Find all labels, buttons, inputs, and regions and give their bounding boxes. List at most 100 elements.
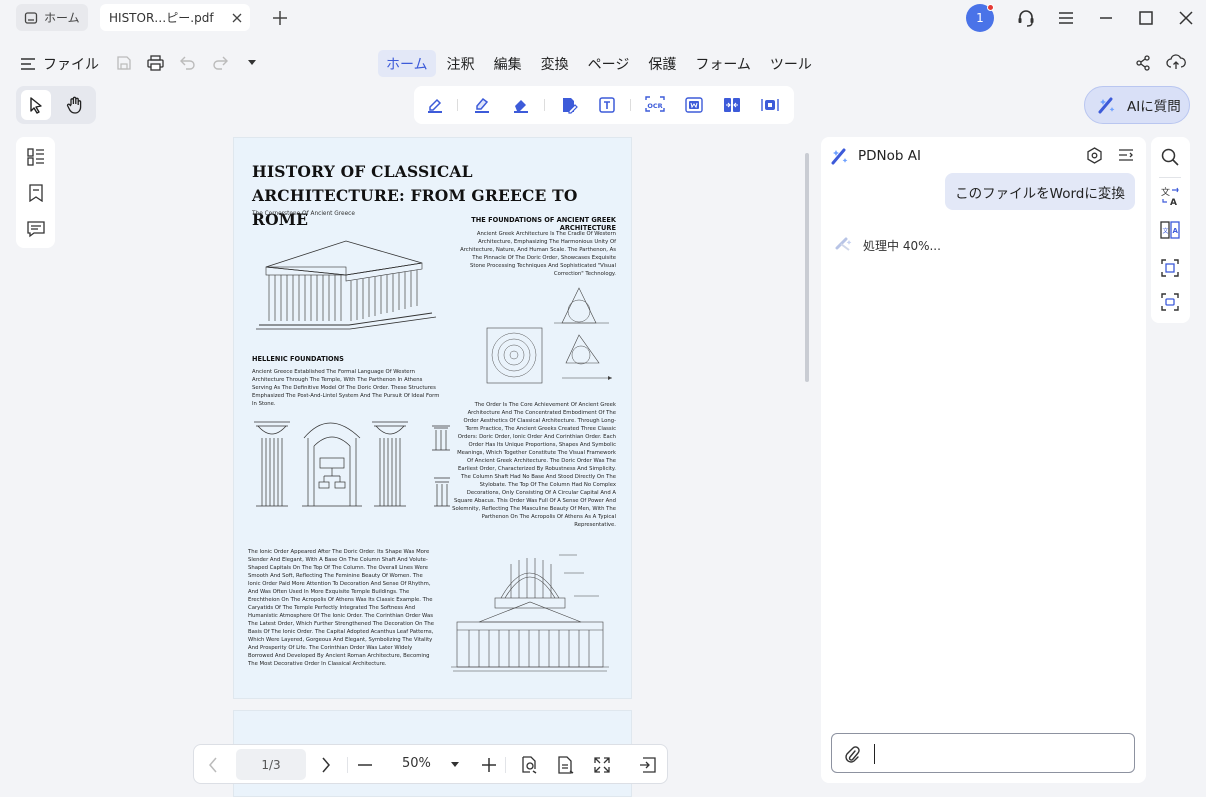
fit-page-button[interactable] [518,754,540,776]
hand-icon [66,96,82,114]
menu-edit[interactable]: 編集 [486,50,530,77]
screenshot-button[interactable] [1159,257,1181,279]
translate-compare-button[interactable]: 文A [1159,219,1181,241]
search-button[interactable] [1159,146,1181,168]
comments-button[interactable] [25,218,47,240]
menu-page[interactable]: ページ [580,50,638,77]
highlight-tool[interactable] [420,90,450,120]
pdnob-ai-logo [831,147,849,165]
geometry-diagrams [486,287,612,384]
chevron-left-icon [209,757,217,773]
tab-home[interactable]: ホーム [16,4,88,31]
home-toolbar: OCR [414,86,794,124]
ai-panel-title: PDNob AI [858,148,921,164]
screen-record-tool[interactable] [755,90,785,120]
paragraph-foundations: Ancient Greek Architecture Is The Cradle… [460,231,616,277]
redo-button[interactable] [212,56,228,70]
menu-protect[interactable]: 保護 [640,50,684,77]
menu-button[interactable] [1055,7,1077,29]
convert-word-tool[interactable] [679,90,709,120]
screen-capture-video-button[interactable] [1159,291,1181,313]
exit-view-button[interactable] [637,754,659,776]
close-button[interactable] [1175,7,1197,29]
next-page-button[interactable] [315,754,337,776]
redo-icon [213,56,228,70]
paragraph-orders: The Order Is The Core Achievement Of Anc… [452,402,616,528]
ai-logo-icon [831,148,848,165]
page-number-input[interactable]: 1/3 [236,749,306,780]
menu-convert[interactable]: 変換 [533,50,577,77]
document-scrollbar[interactable] [805,153,809,382]
close-tab-icon[interactable] [232,13,242,23]
menu-form[interactable]: フォーム [687,50,759,77]
share-icon [1136,55,1150,71]
thumbnails-button[interactable] [25,146,47,168]
svg-text:A: A [1173,227,1179,235]
ask-ai-button[interactable]: AIに質問 [1084,86,1190,124]
save-button[interactable] [116,55,132,71]
ai-settings-button[interactable] [1086,147,1103,164]
zoom-level[interactable]: 50% [402,756,431,771]
collapse-panel-button[interactable] [1118,148,1134,162]
undo-button[interactable] [180,56,196,70]
tab-document[interactable]: HISTOR…ピー.pdf [100,4,250,31]
cloud-button[interactable] [1166,54,1186,71]
main-menu: ホーム 注釈 編集 変換 ページ 保護 フォーム ツール [378,50,820,77]
zoom-out-button[interactable] [354,754,376,776]
document-icon [558,756,574,774]
notification-dot [987,4,994,11]
ocr-icon: OCR [645,96,665,112]
maximize-button[interactable] [1135,7,1157,29]
support-button[interactable] [1015,7,1037,29]
select-tool[interactable] [21,90,51,120]
toolbar-divider [630,99,631,111]
fit-width-button[interactable] [554,754,576,776]
menu-home[interactable]: ホーム [378,50,436,77]
user-message-bubble: このファイルをWordに変換 [945,173,1135,210]
collapse-panel-icon [1119,149,1133,161]
new-tab-button[interactable] [269,7,291,29]
zoom-dropdown[interactable] [444,754,466,776]
cursor-tools [16,86,96,124]
edit-document-icon [563,98,578,114]
zoom-in-button[interactable] [478,754,500,776]
sidebar-divider [1159,177,1181,178]
heading-hellenic: HELLENIC FOUNDATIONS [252,355,344,363]
hand-tool[interactable] [60,90,90,120]
translate-compare-icon: 文A [1160,221,1180,239]
minimize-button[interactable] [1095,7,1117,29]
screenshot-icon [1161,259,1179,277]
avatar[interactable]: 1 [966,4,994,32]
area-highlight-tool[interactable] [467,90,497,120]
translate-button[interactable]: 文A [1159,185,1181,207]
ocr-tool[interactable]: OCR [640,90,670,120]
page-navigation-bar: 1/3 50% [193,744,668,784]
home-icon [24,11,38,25]
share-button[interactable] [1135,55,1151,71]
settings-icon [1087,147,1102,164]
save-icon [117,56,131,70]
attach-button[interactable] [844,745,860,763]
add-text-tool[interactable] [592,90,622,120]
pager-divider [347,757,348,773]
search-icon [1161,148,1179,166]
previous-page-button[interactable] [202,754,224,776]
eraser-icon [514,100,528,113]
file-menu[interactable]: ファイル [20,50,99,77]
menu-annotate[interactable]: 注釈 [439,50,483,77]
fullscreen-button[interactable] [591,754,613,776]
file-menu-label: ファイル [43,56,99,73]
compare-tool[interactable] [717,90,747,120]
caret-down-icon [451,762,459,767]
print-button[interactable] [147,55,164,71]
menu-tools[interactable]: ツール [762,50,820,77]
processing-status: 処理中 40%... [863,239,941,253]
ai-chat-input[interactable] [831,733,1135,773]
eraser-tool[interactable] [506,90,536,120]
text-box-icon [599,97,615,113]
edit-pdf-tool[interactable] [554,90,584,120]
quick-access-dropdown[interactable] [247,59,257,66]
bookmarks-button[interactable] [25,182,47,204]
svg-text:A: A [1170,198,1177,206]
ai-sparkle-icon [1098,97,1115,114]
